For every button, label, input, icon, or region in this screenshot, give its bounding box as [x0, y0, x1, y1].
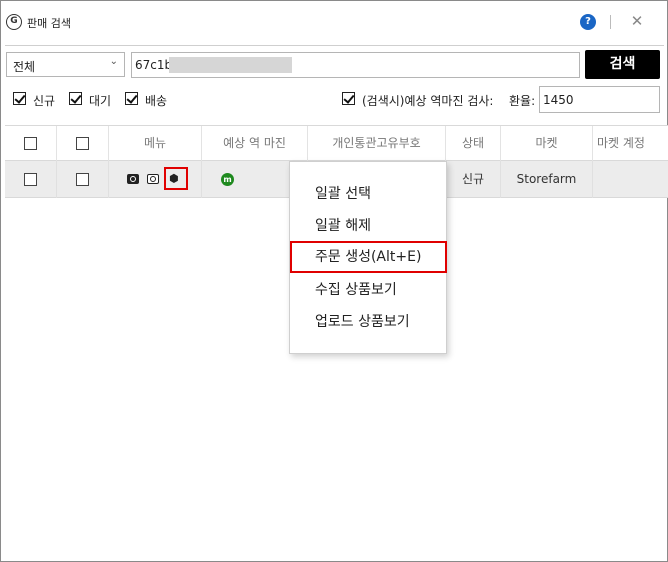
create-order-box-icon[interactable]: ⬢: [164, 167, 188, 190]
header-customs-code[interactable]: 개인통관고유부호: [308, 126, 446, 161]
select-all-checkbox[interactable]: [24, 137, 37, 150]
row-menu-cell: [109, 161, 202, 198]
menu-item-view-collected[interactable]: 수집 상품보기: [290, 274, 446, 306]
reverse-margin-checkbox[interactable]: [342, 92, 355, 105]
title-divider: [5, 45, 664, 46]
header-menu[interactable]: 메뉴: [109, 126, 202, 161]
header-status[interactable]: 상태: [446, 126, 501, 161]
exchange-rate-input[interactable]: 1450: [539, 86, 660, 113]
search-button[interactable]: 검색: [585, 50, 660, 79]
row-status: 신규: [446, 161, 501, 198]
filter-pending-checkbox[interactable]: [69, 92, 82, 105]
filter-new-label: 신규: [33, 94, 56, 108]
header-check-cell: [57, 126, 109, 161]
search-input-value: 67c1b: [135, 58, 173, 72]
search-icon[interactable]: [127, 174, 139, 184]
title-bar: G 판매 검색 ? ✕: [1, 1, 667, 45]
row-check-cell: [57, 161, 109, 198]
menu-item-deselect-all[interactable]: 일괄 해제: [290, 210, 446, 242]
margin-badge-icon: m: [221, 173, 234, 186]
header-checkbox[interactable]: [76, 137, 89, 150]
header-select-all-cell: [5, 126, 57, 161]
search-input[interactable]: 67c1b: [131, 52, 580, 78]
close-icon[interactable]: ✕: [629, 12, 645, 30]
header-market-account[interactable]: 마켓 계정: [593, 126, 668, 161]
search-outline-icon[interactable]: [147, 174, 159, 184]
exchange-rate-value: 1450: [543, 93, 574, 107]
header-market[interactable]: 마켓: [501, 126, 593, 161]
reverse-margin-label: (검색시)예상 역마진 검사:: [362, 94, 494, 108]
filter-shipping-label: 배송: [145, 94, 168, 108]
row-market-account: [593, 161, 668, 198]
exchange-rate-label: 환율:: [509, 94, 536, 108]
window-title: 판매 검색: [27, 17, 71, 30]
category-select-value: 전체: [13, 60, 36, 74]
menu-item-select-all[interactable]: 일괄 선택: [290, 178, 446, 210]
sales-search-window: G 판매 검색 ? ✕ 전체 ⌄ 67c1b 검색 신규 대기 배송 (검색시)…: [0, 0, 668, 562]
grid-header: 메뉴 예상 역 마진 개인통관고유부호 상태 마켓 마켓 계정: [5, 125, 668, 161]
filter-pending-label: 대기: [89, 94, 112, 108]
filter-new-checkbox[interactable]: [13, 92, 26, 105]
menu-item-create-order[interactable]: 주문 생성(Alt+E): [290, 241, 447, 273]
box-icon: ⬢: [169, 172, 179, 185]
filter-shipping-checkbox[interactable]: [125, 92, 138, 105]
context-menu: 일괄 선택 일괄 해제 주문 생성(Alt+E) 수집 상품보기 업로드 상품보…: [289, 161, 447, 354]
help-icon[interactable]: ?: [580, 14, 596, 30]
row-select-cell: [5, 161, 57, 198]
row-checkbox-2[interactable]: [76, 173, 89, 186]
category-select[interactable]: 전체 ⌄: [6, 52, 125, 77]
redacted-text-block: [169, 57, 292, 73]
app-logo-icon: G: [6, 14, 22, 30]
menu-item-view-uploaded[interactable]: 업로드 상품보기: [290, 306, 446, 338]
row-checkbox[interactable]: [24, 173, 37, 186]
row-market: Storefarm: [501, 161, 593, 198]
title-separator: [610, 15, 611, 29]
header-expected-reverse-margin[interactable]: 예상 역 마진: [202, 126, 308, 161]
chevron-down-icon: ⌄: [109, 56, 118, 67]
